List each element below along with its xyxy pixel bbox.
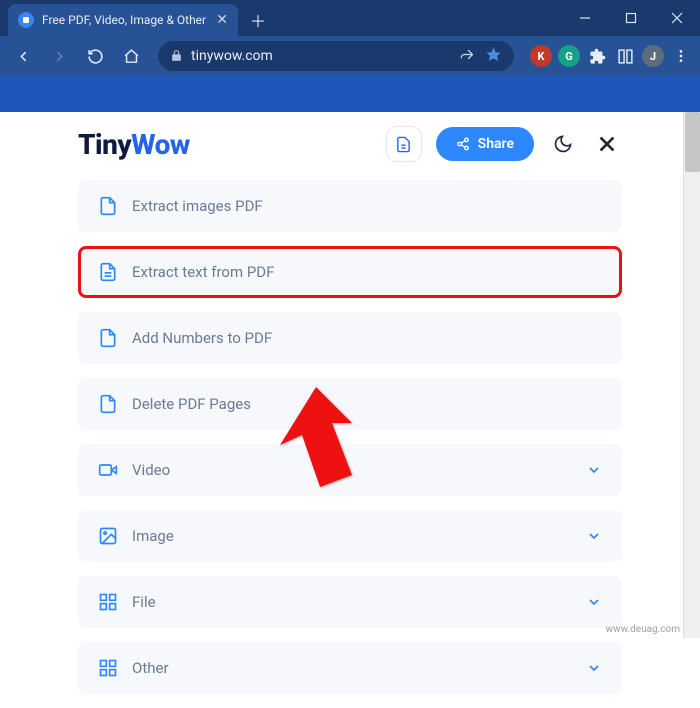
category-video[interactable]: Video (78, 444, 622, 496)
tab-title: Free PDF, Video, Image & Other (42, 13, 208, 27)
dark-mode-toggle[interactable] (548, 129, 578, 159)
page-content: TinyWow Share Extr (0, 112, 700, 638)
tool-extract-images-pdf[interactable]: Extract images PDF (78, 180, 622, 232)
bookmark-star-icon[interactable] (485, 46, 502, 67)
tool-extract-text-pdf[interactable]: Extract text from PDF (78, 246, 622, 298)
window-controls (562, 0, 700, 36)
close-window-button[interactable] (654, 0, 700, 36)
minimize-button[interactable] (562, 0, 608, 36)
tool-list: Extract images PDF Extract text from PDF… (78, 180, 622, 708)
extensions-row: K G J (530, 45, 692, 67)
home-button[interactable] (116, 41, 146, 71)
address-bar[interactable]: tinywow.com (158, 41, 514, 71)
file-icon (98, 394, 118, 414)
category-label: File (132, 593, 572, 611)
category-label: Image (132, 527, 572, 545)
tool-label: Extract text from PDF (132, 263, 602, 281)
url-text: tinywow.com (191, 48, 452, 64)
share-icon (456, 137, 470, 151)
extensions-puzzle-icon[interactable] (586, 45, 608, 67)
site-header: TinyWow Share (78, 126, 622, 162)
new-tab-button[interactable]: ＋ (244, 6, 272, 34)
tab-favicon (18, 12, 34, 28)
tool-add-numbers-pdf[interactable]: Add Numbers to PDF (78, 312, 622, 364)
file-icon (98, 196, 118, 216)
video-icon (98, 460, 118, 480)
scrollbar-thumb[interactable] (685, 112, 700, 172)
image-icon (98, 526, 118, 546)
tool-label: Add Numbers to PDF (132, 329, 602, 347)
share-label: Share (478, 136, 514, 152)
file-icon (98, 328, 118, 348)
tab-strip: Free PDF, Video, Image & Other ✕ ＋ (0, 0, 562, 36)
close-icon (596, 133, 618, 155)
reading-list-icon[interactable] (614, 45, 636, 67)
tool-label: Delete PDF Pages (132, 395, 602, 413)
extension-k[interactable]: K (530, 45, 552, 67)
profile-avatar[interactable]: J (642, 45, 664, 67)
maximize-button[interactable] (608, 0, 654, 36)
category-other[interactable]: Other (78, 642, 622, 694)
kebab-menu-icon[interactable] (670, 45, 692, 67)
logo[interactable]: TinyWow (78, 128, 190, 161)
moon-icon (553, 134, 573, 154)
share-url-icon[interactable] (460, 47, 475, 66)
browser-tab[interactable]: Free PDF, Video, Image & Other ✕ (8, 4, 238, 36)
category-label: Other (132, 659, 572, 677)
extension-g[interactable]: G (558, 45, 580, 67)
close-menu-button[interactable] (592, 129, 622, 159)
browser-toolbar: tinywow.com K G J (0, 36, 700, 76)
lock-icon (170, 47, 183, 66)
site-header-band (0, 76, 700, 112)
reload-button[interactable] (80, 41, 110, 71)
vertical-scrollbar[interactable] (683, 112, 700, 638)
forward-button[interactable] (44, 41, 74, 71)
chevron-down-icon (586, 528, 602, 544)
category-label: Video (132, 461, 572, 479)
category-image[interactable]: Image (78, 510, 622, 562)
grid-icon (98, 658, 118, 678)
chevron-down-icon (586, 462, 602, 478)
category-file[interactable]: File (78, 576, 622, 628)
share-button[interactable]: Share (436, 127, 534, 161)
watermark: www.deuag.com (606, 624, 680, 635)
chevron-down-icon (586, 660, 602, 676)
back-button[interactable] (8, 41, 38, 71)
window-titlebar: Free PDF, Video, Image & Other ✕ ＋ (0, 0, 700, 36)
tool-label: Extract images PDF (132, 197, 602, 215)
tab-close-icon[interactable]: ✕ (216, 12, 228, 28)
tool-delete-pdf-pages[interactable]: Delete PDF Pages (78, 378, 622, 430)
grid-icon (98, 592, 118, 612)
logo-tiny: Tiny (78, 128, 131, 161)
document-icon-button[interactable] (386, 126, 422, 162)
file-text-icon (98, 262, 118, 282)
logo-wow: Wow (131, 128, 190, 161)
chevron-down-icon (586, 594, 602, 610)
